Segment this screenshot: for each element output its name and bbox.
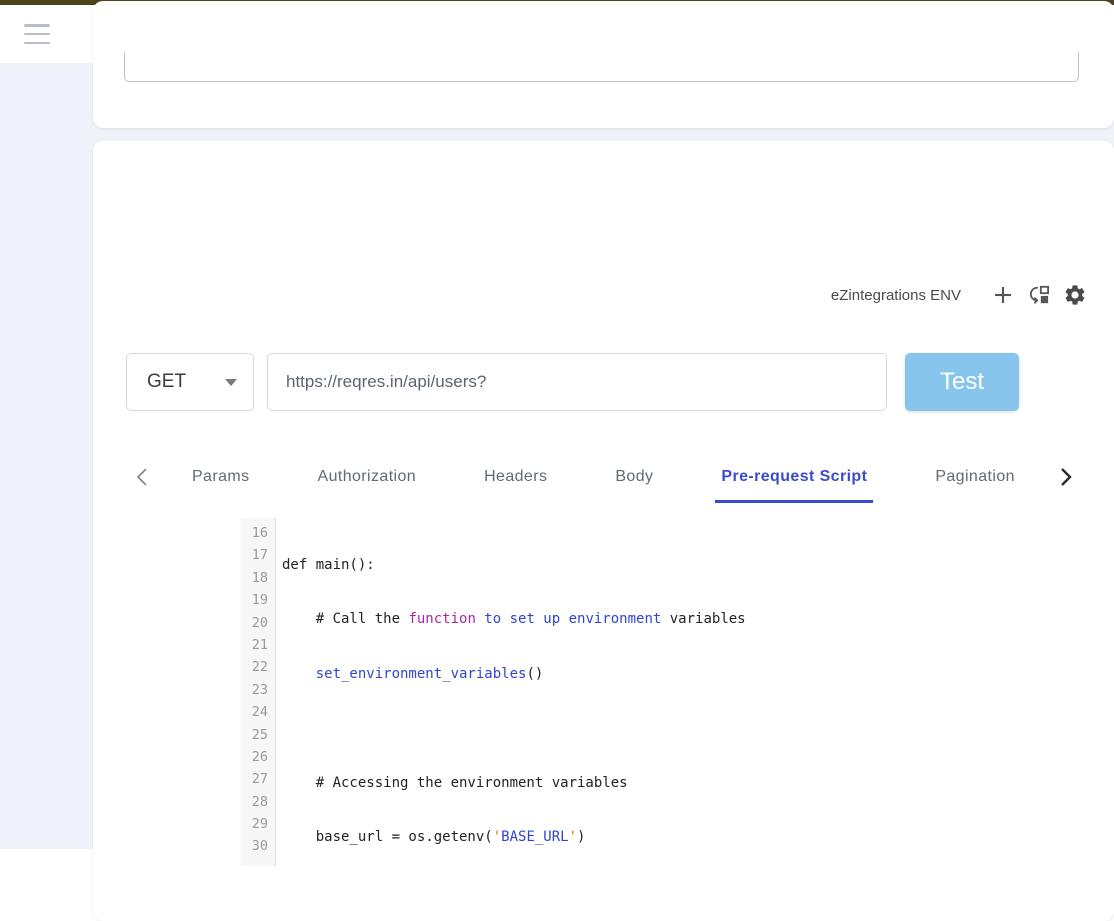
line-number: 25: [241, 724, 275, 746]
hamburger-line: [24, 42, 50, 45]
main-content: eZintegrations ENV: [93, 63, 1114, 849]
line-number: 18: [241, 567, 275, 589]
line-number: 17: [241, 544, 275, 566]
tab-authorization[interactable]: Authorization: [312, 451, 423, 503]
environment-name-label: eZintegrations ENV: [831, 287, 961, 304]
line-number: 16: [241, 522, 275, 544]
plus-icon[interactable]: [985, 279, 1021, 311]
line-number: 21: [241, 634, 275, 656]
http-method-select[interactable]: GET: [126, 353, 254, 411]
gear-icon[interactable]: [1057, 279, 1093, 311]
request-builder-card: eZintegrations ENV: [93, 141, 1114, 921]
tab-params[interactable]: Params: [186, 451, 256, 503]
sync-variables-icon-glyph: [1028, 285, 1050, 305]
tok: def main():: [282, 557, 375, 573]
gear-icon-glyph: [1063, 283, 1087, 307]
request-row: GET Test: [126, 353, 1019, 411]
line-number: 29: [241, 813, 275, 835]
left-sidebar: [0, 63, 93, 849]
chevron-down-icon: [225, 379, 237, 386]
environment-toolbar: eZintegrations ENV: [831, 279, 1093, 311]
line-number: 28: [241, 791, 275, 813]
chevron-left-icon[interactable]: [126, 457, 158, 497]
hamburger-line: [24, 33, 50, 36]
request-url-input[interactable]: [267, 353, 887, 411]
request-tabs: Params Authorization Headers Body Pre-re…: [126, 451, 1081, 503]
tab-body[interactable]: Body: [609, 451, 659, 503]
line-number: 30: [241, 835, 275, 857]
code-line: def main():: [282, 554, 1114, 576]
code-line: # Accessing the environment variables: [282, 772, 1114, 794]
editor-code-area[interactable]: def main(): # Call the function to set u…: [276, 518, 1114, 866]
code-line: # Call the function to set up environmen…: [282, 608, 1114, 630]
plus-icon-glyph: [992, 284, 1014, 306]
page-body: eZintegrations ENV: [0, 63, 1114, 849]
code-line: base_url = os.getenv('BASE_URL'): [282, 826, 1114, 848]
sync-variables-icon[interactable]: [1021, 279, 1057, 311]
hamburger-menu-icon[interactable]: [24, 24, 50, 44]
tab-pre-request-script[interactable]: Pre-request Script: [715, 451, 873, 503]
partial-input-field[interactable]: [124, 52, 1079, 82]
chevron-left-icon-glyph: [136, 467, 149, 487]
line-number: 26: [241, 746, 275, 768]
tab-pagination[interactable]: Pagination: [929, 451, 1021, 503]
editor-line-numbers: 161718192021222324252627282930: [241, 518, 276, 866]
line-number: 19: [241, 589, 275, 611]
test-button[interactable]: Test: [905, 353, 1019, 411]
tab-list: Params Authorization Headers Body Pre-re…: [158, 451, 1049, 503]
http-method-value: GET: [147, 371, 186, 393]
line-number: 20: [241, 612, 275, 634]
code-line: [282, 717, 1114, 739]
tab-headers[interactable]: Headers: [478, 451, 553, 503]
line-number: 27: [241, 768, 275, 790]
line-number: 22: [241, 656, 275, 678]
line-number: 23: [241, 679, 275, 701]
hamburger-line: [24, 24, 50, 27]
chevron-right-icon-glyph: [1059, 467, 1072, 487]
line-number: 24: [241, 701, 275, 723]
previous-section-card: [93, 1, 1114, 128]
code-line: set_environment_variables(): [282, 663, 1114, 685]
code-editor[interactable]: 161718192021222324252627282930 def main(…: [241, 518, 1114, 866]
chevron-right-icon[interactable]: [1049, 457, 1081, 497]
